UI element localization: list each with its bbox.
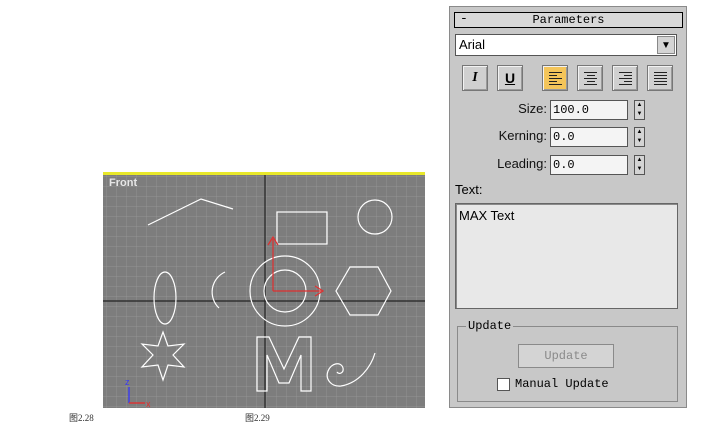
italic-button[interactable]: I	[462, 65, 488, 91]
font-dropdown[interactable]: Arial ▼	[455, 34, 677, 56]
spinner-up-icon[interactable]: ▲	[635, 128, 644, 137]
align-left-icon	[549, 72, 562, 87]
text-input[interactable]: MAX Text	[455, 203, 678, 309]
spinner-down-icon[interactable]: ▼	[635, 137, 644, 146]
font-dropdown-value: Arial	[459, 37, 486, 52]
size-spinner[interactable]: ▲ ▼	[634, 100, 645, 120]
justify-button[interactable]	[647, 65, 673, 91]
front-viewport[interactable]: z x Front	[103, 172, 425, 408]
spinner-up-icon[interactable]: ▲	[635, 101, 644, 110]
spinner-down-icon[interactable]: ▼	[635, 110, 644, 119]
leading-label: Leading:	[497, 156, 547, 171]
update-group-label: Update	[466, 319, 514, 333]
kerning-label: Kerning:	[498, 128, 547, 143]
align-right-button[interactable]	[612, 65, 638, 91]
update-group: Update Update Manual Update	[457, 319, 678, 402]
leading-field[interactable]: 0.0	[550, 155, 628, 175]
align-right-icon	[619, 72, 632, 87]
underline-button[interactable]: U	[497, 65, 523, 91]
kerning-field[interactable]: 0.0	[550, 127, 628, 147]
align-left-button[interactable]	[542, 65, 568, 91]
text-label: Text:	[455, 182, 483, 197]
rollout-title: Parameters	[532, 13, 605, 27]
kerning-spinner[interactable]: ▲ ▼	[634, 127, 645, 147]
italic-icon: I	[472, 70, 478, 85]
manual-update-label[interactable]: Manual Update	[515, 377, 609, 391]
parameters-rollout-header[interactable]: - Parameters	[454, 11, 683, 28]
update-button[interactable]: Update	[518, 344, 614, 368]
align-center-icon	[584, 72, 597, 87]
figure-caption-left: 图2.28	[69, 413, 94, 423]
spinner-down-icon[interactable]: ▼	[635, 165, 644, 174]
spinner-up-icon[interactable]: ▲	[635, 156, 644, 165]
size-field[interactable]: 100.0	[550, 100, 628, 120]
viewport-canvas: z x	[103, 175, 425, 408]
figure-caption-right: 图2.29	[245, 413, 270, 423]
world-x-label: x	[146, 399, 151, 408]
justify-icon	[654, 72, 667, 87]
size-label: Size:	[518, 101, 547, 116]
chevron-down-icon[interactable]: ▼	[657, 36, 675, 54]
leading-spinner[interactable]: ▲ ▼	[634, 155, 645, 175]
viewport-label[interactable]: Front	[109, 177, 137, 189]
world-z-label: z	[125, 377, 130, 387]
manual-update-checkbox[interactable]	[497, 378, 510, 391]
align-center-button[interactable]	[577, 65, 603, 91]
underline-icon: U	[504, 70, 516, 86]
parameters-panel: - Parameters Arial ▼ I U Size: 100.0 ▲ ▼	[449, 6, 687, 408]
